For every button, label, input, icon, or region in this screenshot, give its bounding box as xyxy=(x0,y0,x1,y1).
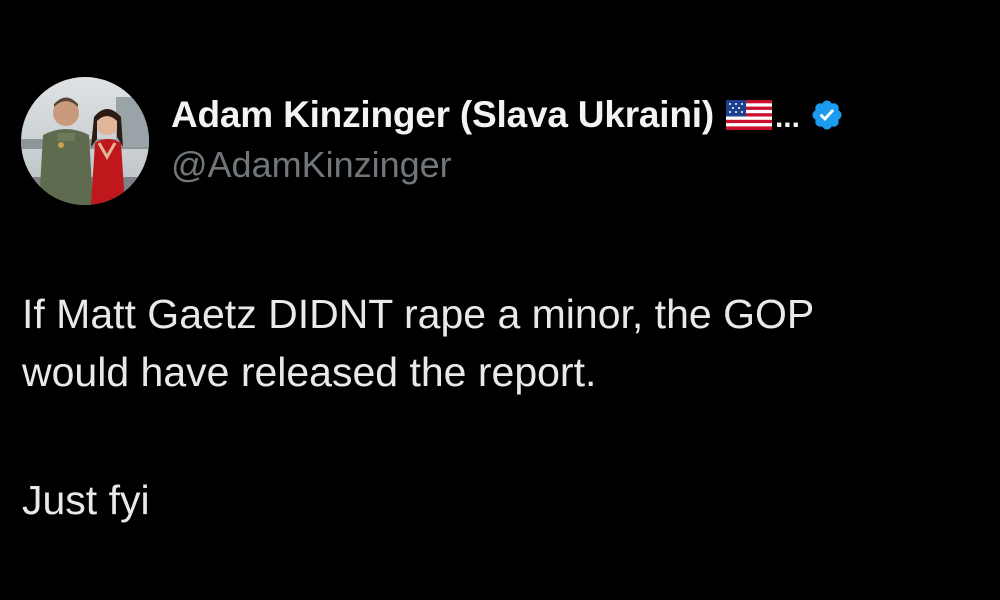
verified-badge-icon xyxy=(810,98,844,132)
tweet-header: Adam Kinzinger (Slava Ukraini) ... @Adam… xyxy=(171,92,844,186)
us-flag-icon xyxy=(725,100,772,130)
tweet-text-line: If Matt Gaetz DIDNT rape a minor, the GO… xyxy=(22,291,815,337)
tweet-text-line: would have released the report. xyxy=(22,349,597,395)
avatar-photo xyxy=(21,77,149,205)
author-name-row: Adam Kinzinger (Slava Ukraini) ... xyxy=(171,92,844,138)
tweet-text: If Matt Gaetz DIDNT rape a minor, the GO… xyxy=(22,285,982,529)
name-truncation: ... xyxy=(774,101,800,134)
author-handle[interactable]: @AdamKinzinger xyxy=(171,144,844,186)
author-display-name[interactable]: Adam Kinzinger (Slava Ukraini) xyxy=(171,94,714,136)
avatar[interactable] xyxy=(21,77,149,205)
tweet-text-line: Just fyi xyxy=(22,477,150,523)
tweet-card[interactable]: Adam Kinzinger (Slava Ukraini) ... @Adam… xyxy=(0,0,1000,600)
